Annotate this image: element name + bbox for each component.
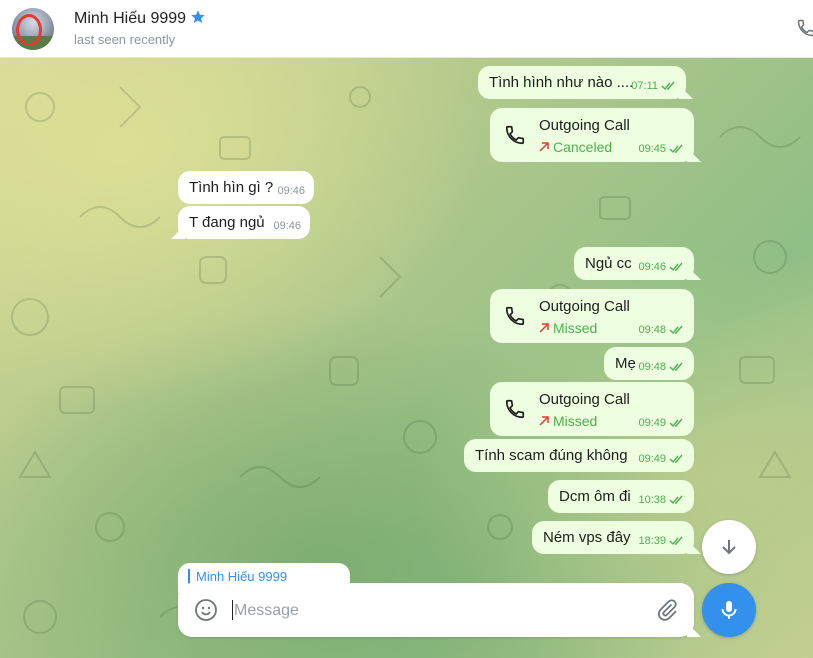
message-text: Ném vps đây (543, 529, 631, 546)
message-meta: 09:46 (638, 258, 685, 276)
message-text: Mẹ (615, 355, 636, 372)
avatar-ring (16, 14, 42, 46)
message-meta: 09:49 (638, 414, 685, 432)
message-time: 07:11 (631, 80, 658, 92)
outgoing-arrow-icon (539, 416, 549, 426)
message-time: 09:46 (277, 185, 305, 197)
message-bubble[interactable]: Dcm ôm đi 10:38 (548, 480, 694, 513)
chat-area[interactable]: Tình hình như nào .... 07:11 Outgoing Ca… (0, 57, 813, 658)
double-check-icon (669, 495, 683, 505)
avatar[interactable] (12, 8, 54, 50)
reply-sender: Minh Hiếu 9999 (196, 569, 288, 584)
contact-name[interactable]: Minh Hiếu 9999 (74, 10, 186, 28)
emoji-icon[interactable] (194, 598, 218, 622)
message-text: Tính scam đúng không (475, 447, 628, 464)
double-check-icon (669, 454, 683, 464)
call-status-text: Canceled (553, 139, 613, 155)
attach-icon[interactable] (655, 598, 679, 622)
call-message-bubble[interactable]: Outgoing Call Canceled 09:45 (490, 108, 694, 162)
call-message-bubble[interactable]: Outgoing Call Missed 09:48 (490, 289, 694, 343)
message-time: 09:49 (638, 417, 666, 429)
message-bubble[interactable]: Ném vps đây 18:39 (532, 521, 694, 554)
message-text: Dcm ôm đi (559, 488, 631, 505)
message-time: 09:45 (638, 143, 666, 155)
call-status: Missed (539, 412, 597, 430)
message-bubble[interactable]: Tình hình như nào .... 07:11 (478, 66, 686, 99)
message-time: 09:46 (638, 261, 666, 273)
phone-icon (505, 125, 525, 145)
voice-record-button[interactable] (702, 583, 756, 637)
chat-header: Minh Hiếu 9999 last seen recently (0, 0, 813, 58)
message-bubble[interactable]: Tình hìn gì ? 09:46 (178, 171, 314, 204)
message-time: 09:49 (638, 453, 666, 465)
verified-star-icon (191, 10, 205, 23)
phone-call-icon[interactable] (796, 18, 813, 38)
message-text: T đang ngủ (189, 214, 265, 231)
message-meta: 09:46 (273, 217, 301, 235)
message-meta: 09:48 (638, 321, 685, 339)
message-composer (178, 583, 694, 637)
message-bubble[interactable]: Mẹ 09:48 (604, 347, 694, 380)
last-seen-status: last seen recently (74, 32, 176, 47)
call-status-text: Missed (553, 320, 598, 336)
message-text: Ngủ cc (585, 255, 632, 272)
outgoing-arrow-icon (539, 323, 549, 333)
message-meta: 09:49 (638, 450, 685, 468)
message-time: 18:39 (638, 535, 666, 547)
call-title: Outgoing Call (539, 391, 630, 408)
phone-icon (505, 306, 525, 326)
call-title: Outgoing Call (539, 298, 630, 315)
double-check-icon (669, 262, 683, 272)
message-text: Tình hình như nào .... (489, 74, 634, 91)
message-meta: 07:11 (631, 77, 677, 95)
double-check-icon (669, 536, 683, 546)
double-check-icon (669, 325, 683, 335)
double-check-icon (669, 418, 683, 428)
message-bubble[interactable]: Tính scam đúng không 09:49 (464, 439, 694, 472)
outgoing-arrow-icon (539, 142, 549, 152)
message-time: 10:38 (638, 494, 666, 506)
arrow-down-icon (722, 540, 736, 555)
message-meta: 18:39 (638, 532, 685, 550)
double-check-icon (669, 144, 683, 154)
call-status-text: Missed (553, 413, 598, 429)
scroll-down-button[interactable] (702, 520, 756, 574)
call-title: Outgoing Call (539, 117, 630, 134)
double-check-icon (661, 81, 675, 91)
message-bubble[interactable]: T đang ngủ 09:46 (178, 206, 310, 239)
message-input[interactable] (232, 595, 636, 627)
microphone-icon (721, 601, 737, 619)
message-bubble[interactable]: Ngủ cc 09:46 (574, 247, 694, 280)
call-status: Missed (539, 319, 597, 337)
text-cursor (232, 600, 233, 620)
call-message-bubble[interactable]: Outgoing Call Missed 09:49 (490, 382, 694, 436)
double-check-icon (669, 362, 683, 372)
message-meta: 09:46 (277, 182, 305, 200)
message-meta: 10:38 (638, 491, 685, 509)
message-meta: 09:45 (638, 140, 685, 158)
message-meta: 09:48 (638, 358, 685, 376)
call-status: Canceled (539, 138, 612, 156)
message-time: 09:48 (638, 324, 666, 336)
telegram-chat-window: Minh Hiếu 9999 last seen recently Tình h… (0, 0, 813, 658)
message-time: 09:46 (273, 220, 301, 232)
message-text: Tình hìn gì ? (189, 179, 274, 196)
message-time: 09:48 (638, 361, 666, 373)
phone-icon (505, 399, 525, 419)
